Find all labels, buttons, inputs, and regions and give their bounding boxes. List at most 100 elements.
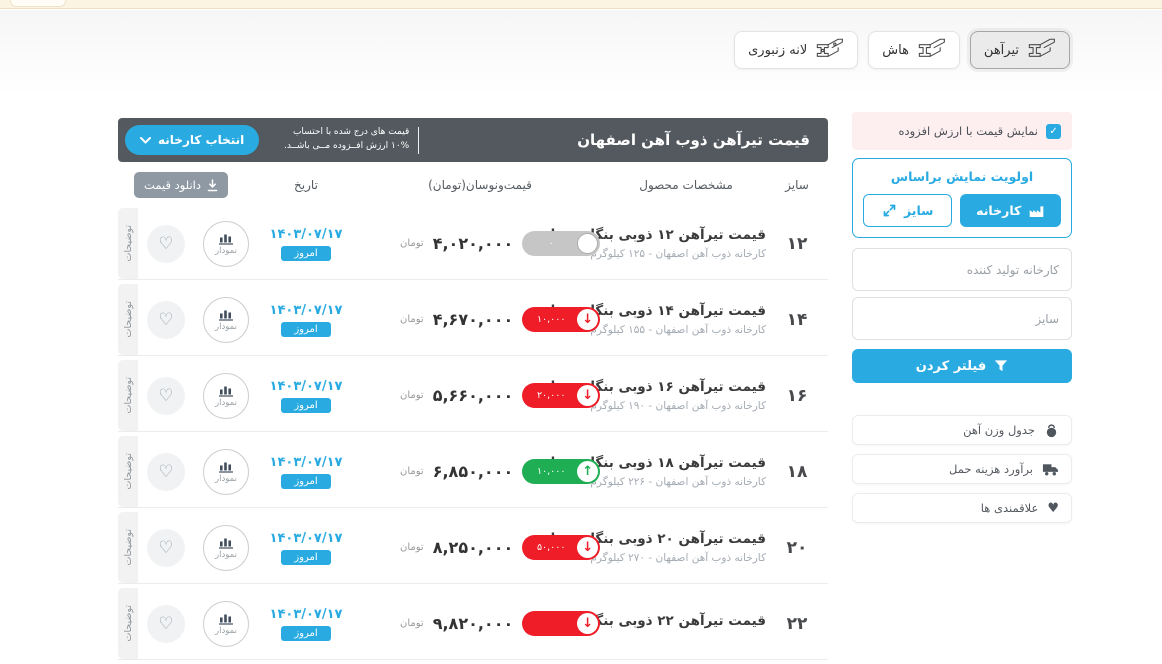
row-favorite-cell: ♡ (138, 225, 194, 263)
product-subtitle: کارخانه ذوب آهن اصفهان - ۲۷۰ کیلوگرم (606, 552, 766, 564)
chart-button[interactable]: نمودار (203, 297, 249, 343)
priority-size-button[interactable]: سایز (863, 194, 952, 227)
vat-checkbox[interactable]: ✓ (1046, 124, 1061, 139)
trend-arrow-icon: ↓ (577, 613, 598, 634)
vat-note: قیمت های درج شده با احتساب ۱۰% ارزش افــ… (267, 126, 409, 154)
row-price-cell: ۲۰,۰۰۰ ↓ ۵,۶۶۰,۰۰۰ تومان (354, 383, 606, 408)
row-size: ۱۸ (766, 462, 828, 482)
column-size: سایز (766, 178, 828, 192)
table-columns: سایز مشخصات محصول قیمت‌و‌نوسان(تومان) تا… (118, 162, 828, 208)
details-tab[interactable]: توضیحات (118, 588, 138, 659)
tab-label: تیرآهن (984, 43, 1019, 58)
tab-tirahan[interactable]: تیرآهن (970, 31, 1070, 69)
size-filter-input[interactable] (852, 297, 1072, 340)
row-date-cell: ۱۴۰۳/۰۷/۱۷ امروز (258, 303, 354, 337)
product-subtitle: کارخانه ذوب آهن اصفهان - ۲۲۶ کیلوگرم (606, 476, 766, 488)
priority-factory-button[interactable]: کارخانه (960, 194, 1061, 227)
table-row: توضیحات ۱۲ قیمت تیرآهن ۱۲ ذوبی بنگاه تهر… (118, 208, 828, 280)
vat-toggle-box: ✓ نمایش قیمت با ارزش افزوده (852, 112, 1072, 150)
currency-label: تومان (400, 238, 424, 249)
factory-filter-input[interactable] (852, 248, 1072, 291)
row-product: قیمت تیرآهن ۲۰ ذوبی بنگاه تهران کارخانه … (606, 531, 766, 564)
table-title: قیمت تیرآهن ذوب آهن اصفهان (577, 131, 810, 149)
sidebar-item-shipping-estimate[interactable]: برآورد هزینه حمل (852, 454, 1072, 484)
price-date: ۱۴۰۳/۰۷/۱۷ (270, 531, 343, 546)
price-value: ۵,۶۶۰,۰۰۰ (433, 386, 514, 405)
row-product: قیمت تیرآهن ۱۴ ذوبی بنگاه تهران کارخانه … (606, 303, 766, 336)
price-change-badge: ↓ (522, 611, 600, 636)
row-chart-cell: نمودار (194, 373, 258, 419)
today-badge: امروز (281, 322, 330, 337)
chart-button[interactable]: نمودار (203, 373, 249, 419)
weight-icon (1044, 423, 1059, 438)
today-badge: امروز (281, 398, 330, 413)
favorite-heart-icon[interactable]: ♡ (147, 529, 185, 567)
product-subtitle: کارخانه ذوب آهن اصفهان - ۱۵۵ کیلوگرم (606, 324, 766, 336)
row-chart-cell: نمودار (194, 449, 258, 495)
details-tab[interactable]: توضیحات (118, 436, 138, 507)
price-table: قیمت تیرآهن ذوب آهن اصفهان قیمت های درج … (118, 118, 828, 664)
trend-arrow-icon: ↑ (577, 461, 598, 482)
bar-chart-icon (218, 460, 234, 473)
details-tab[interactable]: توضیحات (118, 512, 138, 583)
table-row: توضیحات ۱۸ قیمت تیرآهن ۱۸ ذوبی بنگاه تهر… (118, 436, 828, 508)
row-size: ۱۶ (766, 386, 828, 406)
price-date: ۱۴۰۳/۰۷/۱۷ (270, 303, 343, 318)
favorite-heart-icon[interactable]: ♡ (147, 301, 185, 339)
table-row: توضیحات ۱۴ قیمت تیرآهن ۱۴ ذوبی بنگاه تهر… (118, 284, 828, 356)
sidebar-item-weight-table[interactable]: جدول وزن آهن (852, 415, 1072, 445)
row-chart-cell: نمودار (194, 221, 258, 267)
select-factory-button[interactable]: انتخاب کارخانه (125, 125, 259, 155)
category-tabs: تیرآهن هاش لانه زنبوری (734, 31, 1070, 69)
details-tab[interactable]: توضیحات (118, 208, 138, 279)
price-value: ۴,۰۲۰,۰۰۰ (433, 234, 514, 253)
currency-label: تومان (400, 314, 424, 325)
row-size: ۲۲ (766, 614, 828, 634)
price-value: ۸,۲۵۰,۰۰۰ (433, 538, 514, 557)
details-tab[interactable]: توضیحات (118, 360, 138, 431)
details-tab[interactable]: توضیحات (118, 284, 138, 355)
chart-button[interactable]: نمودار (203, 525, 249, 571)
row-date-cell: ۱۴۰۳/۰۷/۱۷ امروز (258, 531, 354, 565)
tab-label: هاش (882, 43, 909, 58)
price-change-badge: ۱۰,۰۰۰ ↓ (522, 307, 600, 332)
bar-chart-icon (218, 536, 234, 549)
favorite-heart-icon[interactable]: ♡ (147, 225, 185, 263)
row-product: قیمت تیرآهن ۱۲ ذوبی بنگاه تهران کارخانه … (606, 227, 766, 260)
row-price-cell: ۱۰,۰۰۰ ↓ ۴,۶۷۰,۰۰۰ تومان (354, 307, 606, 332)
trend-arrow-icon: ↓ (577, 537, 598, 558)
ibeam-icon (1026, 36, 1056, 64)
filter-submit-button[interactable]: فیلتر کردن (852, 349, 1072, 383)
tab-hash[interactable]: هاش (868, 31, 960, 69)
currency-label: تومان (400, 390, 424, 401)
favorite-heart-icon[interactable]: ♡ (147, 377, 185, 415)
product-subtitle: کارخانه ذوب آهن اصفهان - ۱۹۰ کیلوگرم (606, 400, 766, 412)
favorite-heart-icon[interactable]: ♡ (147, 453, 185, 491)
column-price: قیمت‌و‌نوسان(تومان) (354, 178, 606, 192)
row-favorite-cell: ♡ (138, 529, 194, 567)
download-icon (207, 179, 218, 192)
row-chart-cell: نمودار (194, 297, 258, 343)
favorite-heart-icon[interactable]: ♡ (147, 605, 185, 643)
filter-sidebar: ✓ نمایش قیمت با ارزش افزوده اولویت نمایش… (852, 112, 1072, 532)
vat-note-line2: ۱۰% ارزش افــزوده مــی باشــد. (267, 140, 409, 154)
row-price-cell: ↓ ۹,۸۲۰,۰۰۰ تومان (354, 611, 606, 636)
chart-button[interactable]: نمودار (203, 601, 249, 647)
download-price-button[interactable]: دانلود قیمت (134, 172, 228, 198)
price-value: ۶,۸۵۰,۰۰۰ (433, 462, 514, 481)
chart-button[interactable]: نمودار (203, 449, 249, 495)
sidebar-item-favorites[interactable]: ♥ علاقمندی ها (852, 493, 1072, 523)
table-row: توضیحات ۱۶ قیمت تیرآهن ۱۶ ذوبی بنگاه تهر… (118, 360, 828, 432)
row-chart-cell: نمودار (194, 601, 258, 647)
price-change-badge: ۲۰,۰۰۰ ↓ (522, 383, 600, 408)
tab-honeycomb[interactable]: لانه زنبوری (734, 31, 858, 69)
priority-box: اولویت نمایش براساس کارخانه سایز (852, 158, 1072, 238)
header-divider (418, 127, 419, 154)
row-chart-cell: نمودار (194, 525, 258, 571)
heart-icon: ♥ (1047, 501, 1059, 516)
row-favorite-cell: ♡ (138, 605, 194, 643)
price-change-badge: ۱۰,۰۰۰ ↑ (522, 459, 600, 484)
row-favorite-cell: ♡ (138, 301, 194, 339)
chart-button[interactable]: نمودار (203, 221, 249, 267)
row-product: قیمت تیرآهن ۱۶ ذوبی بنگاه تهران کارخانه … (606, 379, 766, 412)
